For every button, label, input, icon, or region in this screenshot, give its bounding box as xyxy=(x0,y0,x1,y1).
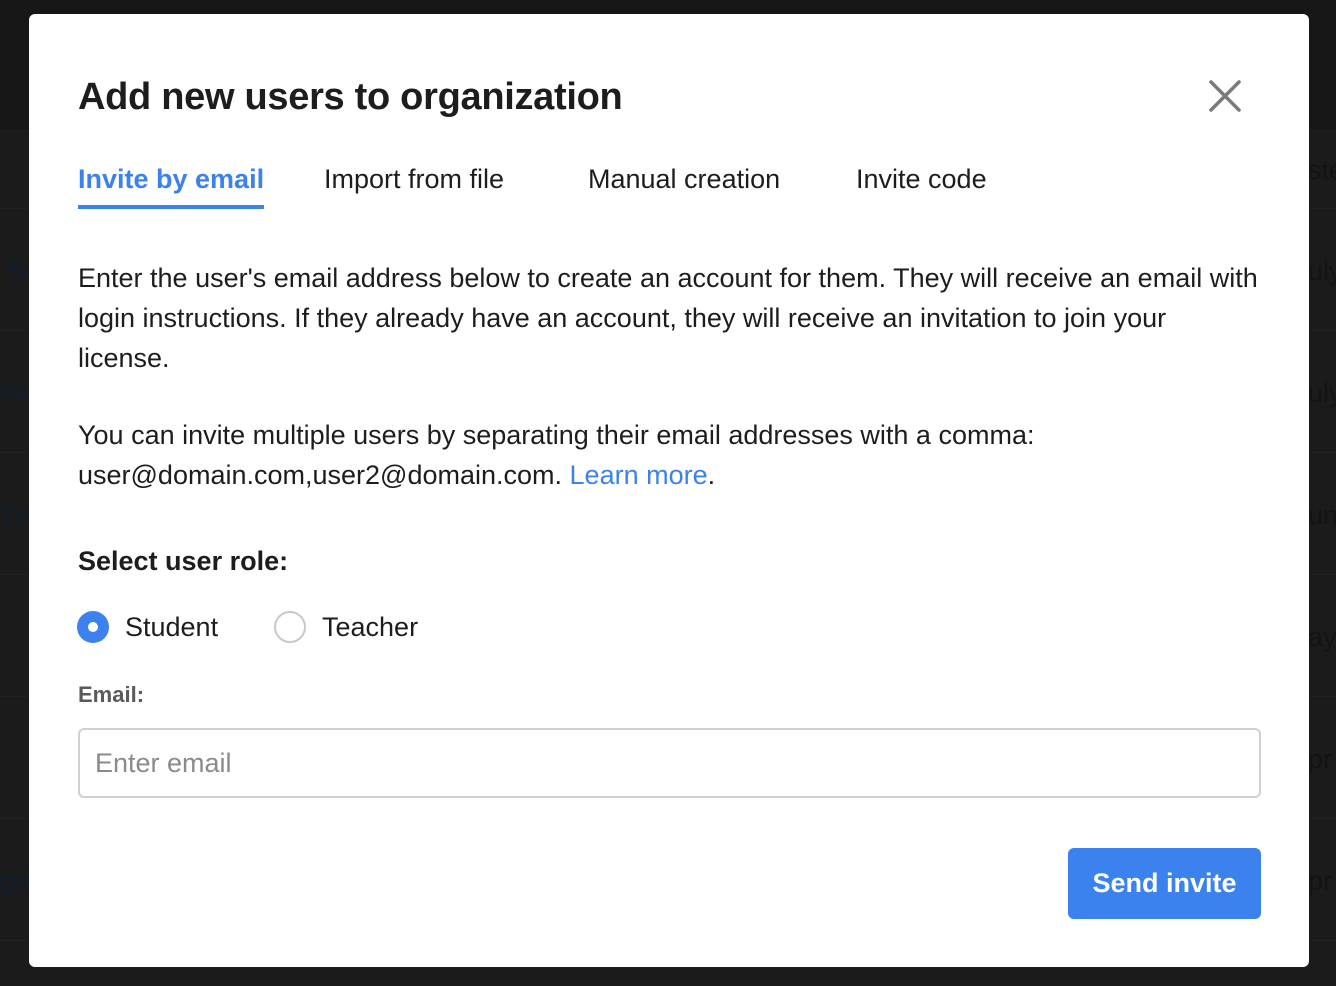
tab-import-from-file[interactable]: Import from file xyxy=(324,164,504,205)
close-button[interactable] xyxy=(1205,76,1245,116)
trailing-period: . xyxy=(707,460,716,490)
multi-invite-text: You can invite multiple users by separat… xyxy=(78,420,1035,490)
radio-checked-icon[interactable] xyxy=(77,611,109,643)
learn-more-link[interactable]: Learn more xyxy=(570,460,708,490)
add-users-modal: Add new users to organization Invite by … xyxy=(29,14,1309,967)
invite-description: Enter the user's email address below to … xyxy=(78,263,1258,373)
radio-student-label: Student xyxy=(125,611,219,642)
multi-invite-hint: You can invite multiple users by separat… xyxy=(78,415,1258,495)
radio-teacher-label: Teacher xyxy=(322,611,419,642)
send-invite-button[interactable]: Send invite xyxy=(1068,848,1261,919)
email-label: Email: xyxy=(78,682,145,707)
tab-invite-code[interactable]: Invite code xyxy=(856,164,987,205)
modal-title: Add new users to organization xyxy=(78,76,623,118)
radio-teacher[interactable]: Teacher xyxy=(274,610,418,644)
role-label: Select user role: xyxy=(78,546,289,576)
close-icon xyxy=(1209,80,1241,112)
email-input[interactable] xyxy=(78,728,1261,798)
radio-student[interactable]: Student xyxy=(77,610,218,644)
tab-invite-by-email[interactable]: Invite by email xyxy=(78,164,265,209)
tab-manual-creation[interactable]: Manual creation xyxy=(588,164,780,205)
radio-unchecked-icon[interactable] xyxy=(274,611,306,643)
